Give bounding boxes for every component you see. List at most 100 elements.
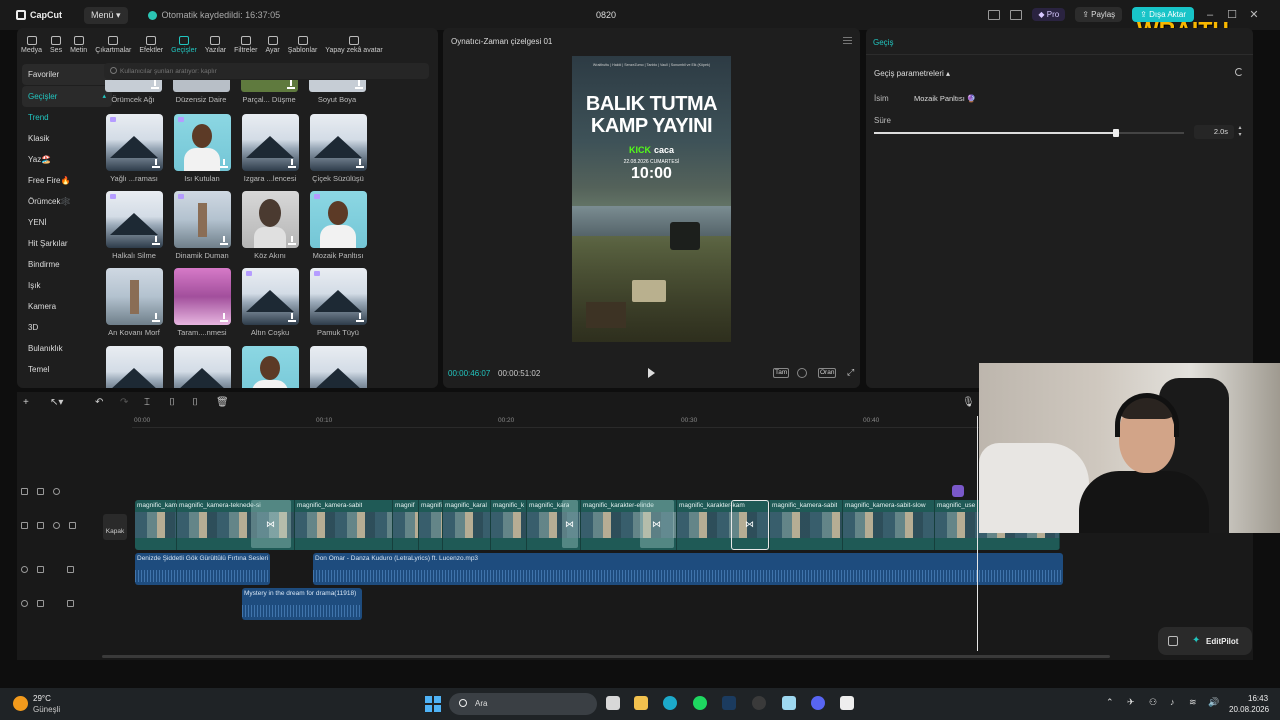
transition-thumb[interactable] [310,114,367,171]
wifi-icon[interactable]: ≋ [1189,697,1197,708]
transition-thumb[interactable] [242,114,299,171]
ratio-button[interactable]: Oran [818,368,837,378]
lock-icon[interactable] [37,522,44,529]
selected-transition[interactable]: ⋈ [731,500,769,550]
duration-field[interactable]: 2.0s [1194,125,1234,139]
eye-icon[interactable] [53,522,60,529]
transition-thumb[interactable] [105,80,162,92]
redo-icon[interactable]: ↷ [120,397,128,408]
tool-media[interactable]: Medya [17,28,46,54]
category-item[interactable]: Klasik [22,128,112,149]
tool-adjust[interactable]: Ayar [261,28,283,54]
search-input[interactable] [120,64,420,78]
windows-start-icon[interactable] [425,696,441,712]
trim-right-icon[interactable]: ⌷ [192,397,198,408]
shortcut-icon[interactable] [1010,9,1023,20]
tool-text[interactable]: Metin [66,28,91,54]
lock-icon[interactable] [37,488,44,495]
duration-stepper[interactable]: ▴ ▾ [1236,125,1244,139]
tool-filters[interactable]: Filtreler [230,28,261,54]
audio-clip[interactable]: Don Omar - Danza Kuduro (LetraLyrics) ft… [313,553,1063,585]
sun-icon[interactable] [13,696,28,711]
category-item[interactable]: Free Fire🔥 [22,170,112,191]
category-item[interactable]: 3D [22,317,112,338]
tool-audio[interactable]: Ses [46,28,66,54]
video-clip[interactable]: magnific_kam [135,500,177,550]
pro-button[interactable]: ◆ Pro [1032,8,1066,21]
transition-thumb[interactable] [106,346,163,388]
microphone-icon[interactable]: ♪ [1170,697,1175,707]
spotify-icon[interactable] [693,696,707,710]
transition-thumb[interactable] [174,191,231,248]
transition-thumb[interactable] [241,80,298,92]
discord-icon[interactable] [811,696,825,710]
transition-thumb[interactable] [174,346,231,388]
speaker-icon[interactable] [67,600,74,607]
slider-handle[interactable] [1112,129,1119,137]
network-icon[interactable]: ⚇ [1149,697,1157,708]
share-button[interactable]: ⇪ Paylaş [1075,7,1123,22]
file-explorer-icon[interactable] [634,696,648,710]
volume-icon[interactable]: 🔊 [1208,697,1219,708]
select-cursor-icon[interactable]: ↖▾ [50,397,63,408]
transition-marker[interactable]: ⋈ [640,500,674,548]
tool-transitions[interactable]: Geçişler [167,28,201,54]
transition-thumb[interactable] [310,268,367,325]
eye-icon[interactable] [53,488,60,495]
category-item[interactable]: Örümcek🕸️ [22,191,112,212]
transition-thumb[interactable] [242,268,299,325]
taskbar-search[interactable]: Ara [449,693,597,715]
transition-thumb[interactable] [106,268,163,325]
undo-icon[interactable]: ↶ [95,397,103,408]
transition-thumb[interactable] [242,191,299,248]
transition-thumb[interactable] [174,114,231,171]
layout-icon[interactable] [988,9,1001,20]
expand-icon[interactable]: ⤢ [846,368,855,377]
chat-icon[interactable] [1168,636,1178,646]
tab-transition[interactable]: Geçiş [873,38,893,47]
transition-marker[interactable]: ⋈ [251,500,291,548]
lock-icon[interactable] [37,600,44,607]
audio-clip[interactable]: Denizde Şiddetli Gök Gürültülü Fırtına S… [135,553,270,585]
category-item[interactable]: Bulanıklık [22,338,112,359]
microphone-icon[interactable]: 🎙 [962,397,975,408]
tool-captions[interactable]: Yazılar [201,28,230,54]
category-item[interactable]: Işık [22,275,112,296]
add-icon[interactable]: + [23,397,29,408]
steam-icon[interactable] [722,696,736,710]
video-clip[interactable]: magnific_k [491,500,527,550]
video-clip[interactable]: magnific_karal [443,500,491,550]
category-item[interactable]: Yaz🏖️ [22,149,112,170]
split-icon[interactable]: ⌶ [144,397,150,408]
category-item[interactable]: YENİ [22,212,112,233]
audio-clip[interactable]: Mystery in the dream for drama(11918) [242,588,362,620]
notepad-icon[interactable] [782,696,796,710]
obs-icon[interactable] [752,696,766,710]
edge-icon[interactable] [663,696,677,710]
effect-marker[interactable] [952,485,964,497]
capcut-taskbar-icon[interactable] [840,696,854,710]
target-icon[interactable] [797,368,807,378]
video-clip[interactable]: magnific_kamera-sabit [295,500,393,550]
video-clip[interactable]: magnific_kamera-sabit-slow [843,500,935,550]
close-icon[interactable]: ✕ [1248,8,1260,21]
category-item[interactable]: Trend [22,107,112,128]
category-item[interactable]: Kamera [22,296,112,317]
transition-thumb[interactable] [310,346,367,388]
fullscreen-mode-button[interactable]: Tam [773,368,790,378]
tool-effects[interactable]: Efektler [135,28,167,54]
tool-ai-avatar[interactable]: Yapay zekâ avatar [321,28,386,54]
video-clip[interactable]: magnif [393,500,419,550]
transition-search[interactable] [104,63,429,79]
menu-icon[interactable] [843,37,852,44]
transition-thumb[interactable] [173,80,230,92]
category-item[interactable]: Hit Şarkılar [22,233,112,254]
transition-thumb[interactable] [106,114,163,171]
speaker-icon[interactable] [69,522,76,529]
speaker-icon[interactable] [67,566,74,573]
transition-marker[interactable]: ⋈ [562,500,578,548]
category-favorites[interactable]: Favoriler [22,64,112,85]
editpilot-widget[interactable]: ✦ EditPilot [1158,627,1252,655]
transition-thumb[interactable] [309,80,366,92]
play-icon[interactable] [648,368,655,378]
